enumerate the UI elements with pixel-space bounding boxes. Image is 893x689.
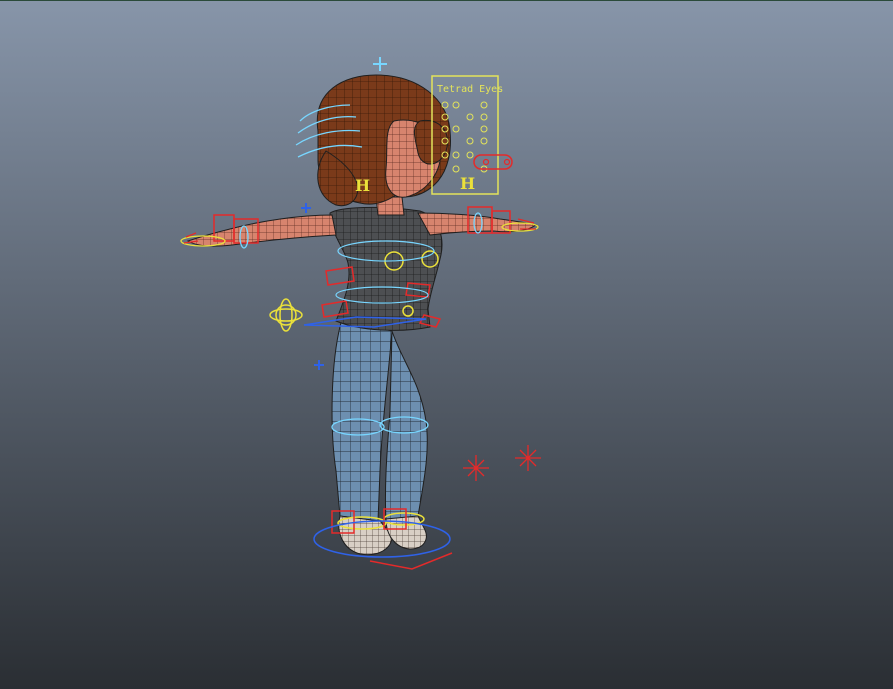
- scene-canvas[interactable]: H H Tetrad Eyes: [0, 1, 893, 689]
- hair-marker-left[interactable]: H: [355, 176, 370, 195]
- panel-title: Tetrad Eyes: [437, 84, 503, 95]
- maya-viewport[interactable]: H H Tetrad Eyes: [0, 0, 893, 689]
- hair-marker-right[interactable]: H: [460, 174, 475, 193]
- viewport-background: [0, 1, 893, 689]
